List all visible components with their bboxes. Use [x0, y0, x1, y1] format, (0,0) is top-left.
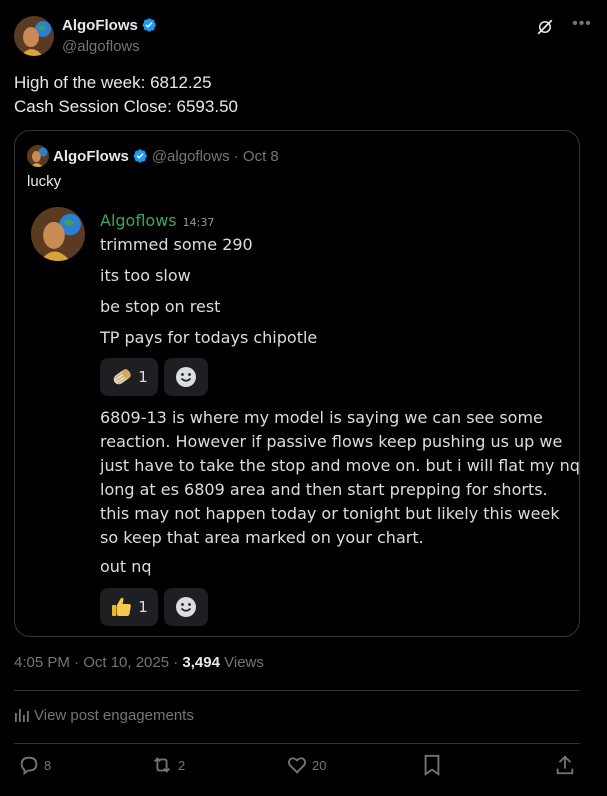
- author-name-text: AlgoFlows: [62, 17, 138, 34]
- like-count: 20: [312, 757, 327, 773]
- view-engagements-link[interactable]: View post engagements: [14, 707, 194, 724]
- reply-button[interactable]: 8: [18, 754, 51, 776]
- smiley-icon: [176, 597, 196, 617]
- grok-icon[interactable]: [536, 18, 554, 36]
- views-label: Views: [219, 654, 264, 671]
- discord-message-line: TP pays for todays chipotle: [100, 328, 318, 347]
- post-line: Cash Session Close: 6593.50: [14, 97, 238, 116]
- like-button[interactable]: 20: [286, 754, 326, 776]
- quote-avatar: [27, 145, 49, 167]
- discord-paragraph-line: long at es 6809 area and then start prep…: [100, 480, 548, 499]
- quote-text: lucky: [27, 173, 62, 190]
- analytics-icon: [15, 709, 29, 722]
- thumbs-up-icon: [112, 597, 132, 616]
- author-avatar[interactable]: [14, 16, 54, 56]
- discord-paragraph-line: this may not happen today or tonight but…: [100, 504, 560, 523]
- views-count: 3,494: [182, 654, 220, 671]
- repost-icon: [154, 757, 170, 773]
- heart-icon: [288, 757, 306, 774]
- reply-icon: [20, 756, 38, 776]
- post-meta: 4:05 PM · Oct 10, 2025 · 3,494 Views: [14, 654, 264, 671]
- discord-paragraph: 6809-13 is where my model is saying we c…: [100, 406, 580, 550]
- post-line: High of the week: 6812.25: [14, 73, 212, 92]
- discord-message-line: trimmed some 290: [100, 235, 253, 254]
- discord-paragraph-line: reaction. However if passive flows keep …: [100, 432, 563, 451]
- post-header: AlgoFlows @algoflows •••: [14, 14, 594, 58]
- author-name[interactable]: AlgoFlows: [62, 17, 157, 34]
- repost-count: 2: [178, 757, 186, 773]
- add-reaction-button: [164, 588, 208, 626]
- discord-message-line: its too slow: [100, 266, 191, 285]
- divider: [14, 690, 580, 691]
- engagements-label: View post engagements: [34, 707, 194, 724]
- reaction-thumbs-up: 1: [100, 588, 158, 626]
- reaction-count: 1: [138, 598, 148, 616]
- discord-username: Algoflows: [100, 211, 177, 230]
- quote-author-name: AlgoFlows: [53, 148, 129, 165]
- add-reaction-button: [164, 358, 208, 396]
- more-options-icon[interactable]: •••: [570, 14, 594, 38]
- burrito-icon: [113, 369, 131, 385]
- verified-badge-icon: [142, 18, 156, 32]
- repost-button[interactable]: 2: [150, 754, 185, 776]
- smiley-icon: [176, 367, 196, 387]
- post-text: High of the week: 6812.25 Cash Session C…: [14, 71, 238, 119]
- action-bar: 8 2 20: [14, 754, 580, 780]
- author-handle[interactable]: @algoflows: [62, 38, 140, 55]
- discord-timestamp: 14:37: [182, 216, 215, 229]
- post-timestamp[interactable]: 4:05 PM · Oct 10, 2025 ·: [14, 654, 182, 671]
- share-icon: [556, 755, 574, 775]
- divider: [14, 743, 580, 744]
- verified-badge-icon: [133, 149, 147, 163]
- reaction-count: 1: [138, 368, 148, 386]
- discord-paragraph-line: so keep that area marked on your chart.: [100, 528, 424, 547]
- discord-message-line: be stop on rest: [100, 297, 221, 316]
- share-button[interactable]: [554, 754, 580, 776]
- reaction-burrito: 1: [100, 358, 158, 396]
- quoted-post[interactable]: AlgoFlows @algoflows · Oct 8 lucky Algofl…: [14, 130, 580, 637]
- quote-header: AlgoFlows @algoflows · Oct 8: [27, 145, 279, 167]
- quote-handle-date: @algoflows · Oct 8: [151, 148, 279, 165]
- discord-user-line: Algoflows 14:37: [100, 211, 214, 230]
- discord-paragraph-line: 6809-13 is where my model is saying we c…: [100, 408, 543, 427]
- discord-avatar: [31, 207, 85, 261]
- discord-paragraph-line: just have to take the stop and move on. …: [100, 456, 580, 475]
- bookmark-icon: [424, 754, 440, 776]
- bookmark-button[interactable]: [422, 754, 446, 776]
- reply-count: 8: [44, 757, 52, 773]
- discord-message-line: out nq: [100, 557, 152, 576]
